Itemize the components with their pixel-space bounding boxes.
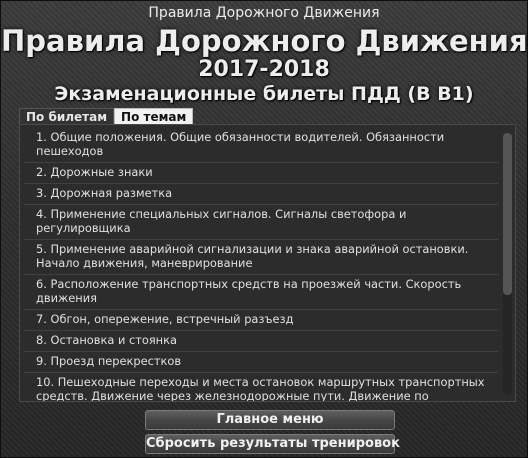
topic-item-1[interactable]: 1. Общие положения. Общие обязанности во… xyxy=(24,128,498,163)
app-years: 2017-2018 xyxy=(198,57,330,82)
topic-item-2[interactable]: 2. Дорожные знаки xyxy=(24,163,498,184)
scrollbar-thumb[interactable] xyxy=(503,133,512,295)
topic-item-10[interactable]: 10. Пешеходные переходы и места останово… xyxy=(24,373,498,401)
topic-item-8[interactable]: 8. Остановка и стоянка xyxy=(24,331,498,352)
topic-item-3[interactable]: 3. Дорожная разметка xyxy=(24,184,498,205)
topic-item-4[interactable]: 4. Применение специальных сигналов. Сигн… xyxy=(24,205,498,240)
app-subtitle: Экзаменационные билеты ПДД (В В1) xyxy=(54,83,474,105)
tab-bar: По билетам По темам xyxy=(19,108,194,125)
tab-by-tickets[interactable]: По билетам xyxy=(19,108,115,125)
topics-list: 1. Общие положения. Общие обязанности во… xyxy=(24,128,498,401)
app-window: Правила Дорожного Движения Правила Дорож… xyxy=(0,0,528,458)
topic-item-7[interactable]: 7. Обгон, опережение, встречный разъезд xyxy=(24,310,498,331)
topic-item-9[interactable]: 9. Проезд перекрестков xyxy=(24,352,498,373)
topics-scrollbar[interactable] xyxy=(503,133,512,395)
topic-item-6[interactable]: 6. Расположение транспортных средств на … xyxy=(24,275,498,310)
main-menu-button[interactable]: Главное меню xyxy=(145,410,395,430)
app-title: Правила Дорожного Движения xyxy=(1,24,528,58)
window-title: Правила Дорожного Движения xyxy=(148,5,380,21)
topics-panel: 1. Общие положения. Общие обязанности во… xyxy=(19,124,516,402)
reset-results-button[interactable]: Сбросить результаты тренировок xyxy=(145,434,400,454)
topic-item-5[interactable]: 5. Применение аварийной сигнализации и з… xyxy=(24,240,498,275)
tab-by-topics[interactable]: По темам xyxy=(114,108,194,125)
